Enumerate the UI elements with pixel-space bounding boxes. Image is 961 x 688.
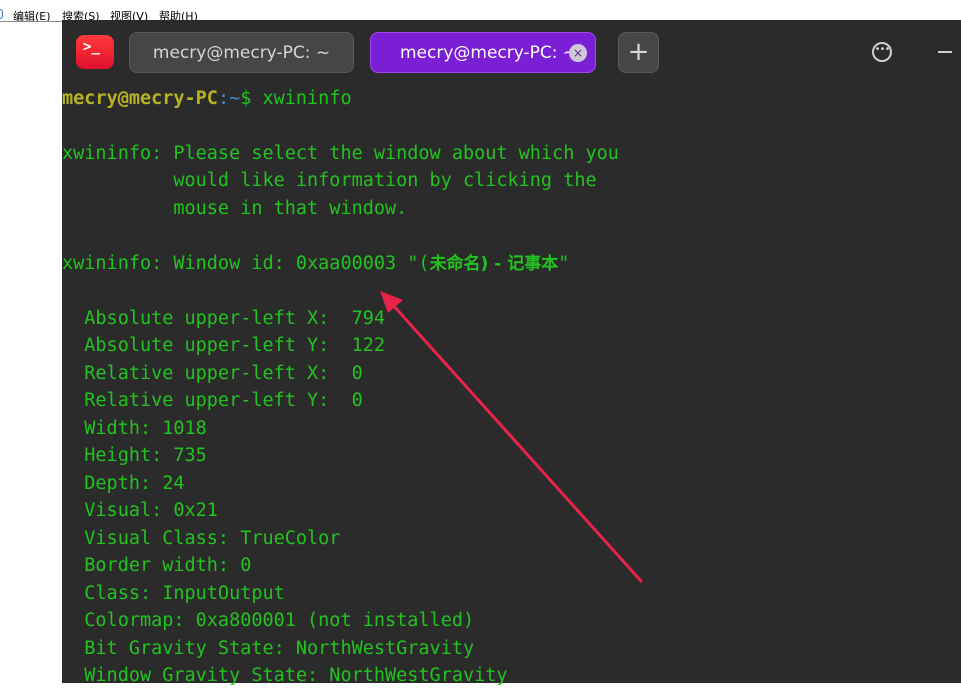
prompt-user-host: mecry@mecry-PC [62,88,218,109]
terminal-window: >_ mecry@mecry-PC: ~ mecry@mecry-PC: ~ ×… [62,20,961,686]
output-line: xwininfo: Please select the window about… [62,143,619,164]
more-glyph: ••• [874,44,891,55]
notepad-menubar: 编辑(E) 搜索(S) 视图(V) 帮助(H) [0,0,961,23]
output-line: Border width: 0 [62,555,252,576]
prompt-symbol: $ [240,88,252,109]
output-line: Width: 1018 [62,418,207,439]
tab-label: mecry@mecry-PC: ~ [400,43,578,63]
output-line: Bit Gravity State: NorthWestGravity [62,638,475,659]
output-line: mouse in that window. [62,198,408,219]
menu-underline [0,21,62,22]
prompt-command: xwininfo [251,88,352,109]
window-id-line: xwininfo: Window id: 0xaa00003 "(未命名) - … [62,252,569,276]
app-icon-glyph: >_ [83,39,100,55]
tab-terminal-2[interactable]: mecry@mecry-PC: ~ × [370,32,596,73]
tab-label: mecry@mecry-PC: ~ [152,43,331,63]
terminal-app-icon[interactable]: >_ [76,35,114,69]
tab-terminal-1[interactable]: mecry@mecry-PC: ~ [129,32,354,73]
output-line: Depth: 24 [62,473,185,494]
tab-close-icon[interactable]: × [569,44,587,62]
output-line: Absolute upper-left Y: 122 [62,335,386,356]
output-line: would like information by clicking the [62,170,597,191]
output-line: Relative upper-left Y: 0 [62,390,363,411]
more-options-icon[interactable]: ••• [872,42,892,62]
window-title-cjk: 未命名) - 记事本 [429,254,559,274]
output-line: Colormap: 0xa800001 (not installed) [62,610,475,631]
prompt-path: :~ [217,88,241,109]
output-line: Absolute upper-left X: 794 [62,308,386,329]
prompt-line: mecry@mecry-PC:~$ xwininfo [62,87,352,111]
output-line: Class: InputOutput [62,583,285,604]
output-line: Window Gravity State: NorthWestGravity [62,665,508,686]
output-line: Visual Class: TrueColor [62,528,341,549]
output-line: Relative upper-left X: 0 [62,363,363,384]
menu-edge-glyph [0,9,3,19]
window-title-end: " [558,253,570,274]
minimize-icon[interactable] [938,51,952,53]
terminal-output[interactable]: mecry@mecry-PC:~$ xwininfo xwininfo: Ple… [62,84,961,686]
terminal-titlebar: >_ mecry@mecry-PC: ~ mecry@mecry-PC: ~ ×… [62,20,961,84]
add-tab-icon[interactable]: + [618,32,659,73]
output-line: Visual: 0x21 [62,500,218,521]
window-id-text: xwininfo: Window id: 0xaa00003 "( [62,253,430,274]
output-line: Height: 735 [62,445,207,466]
